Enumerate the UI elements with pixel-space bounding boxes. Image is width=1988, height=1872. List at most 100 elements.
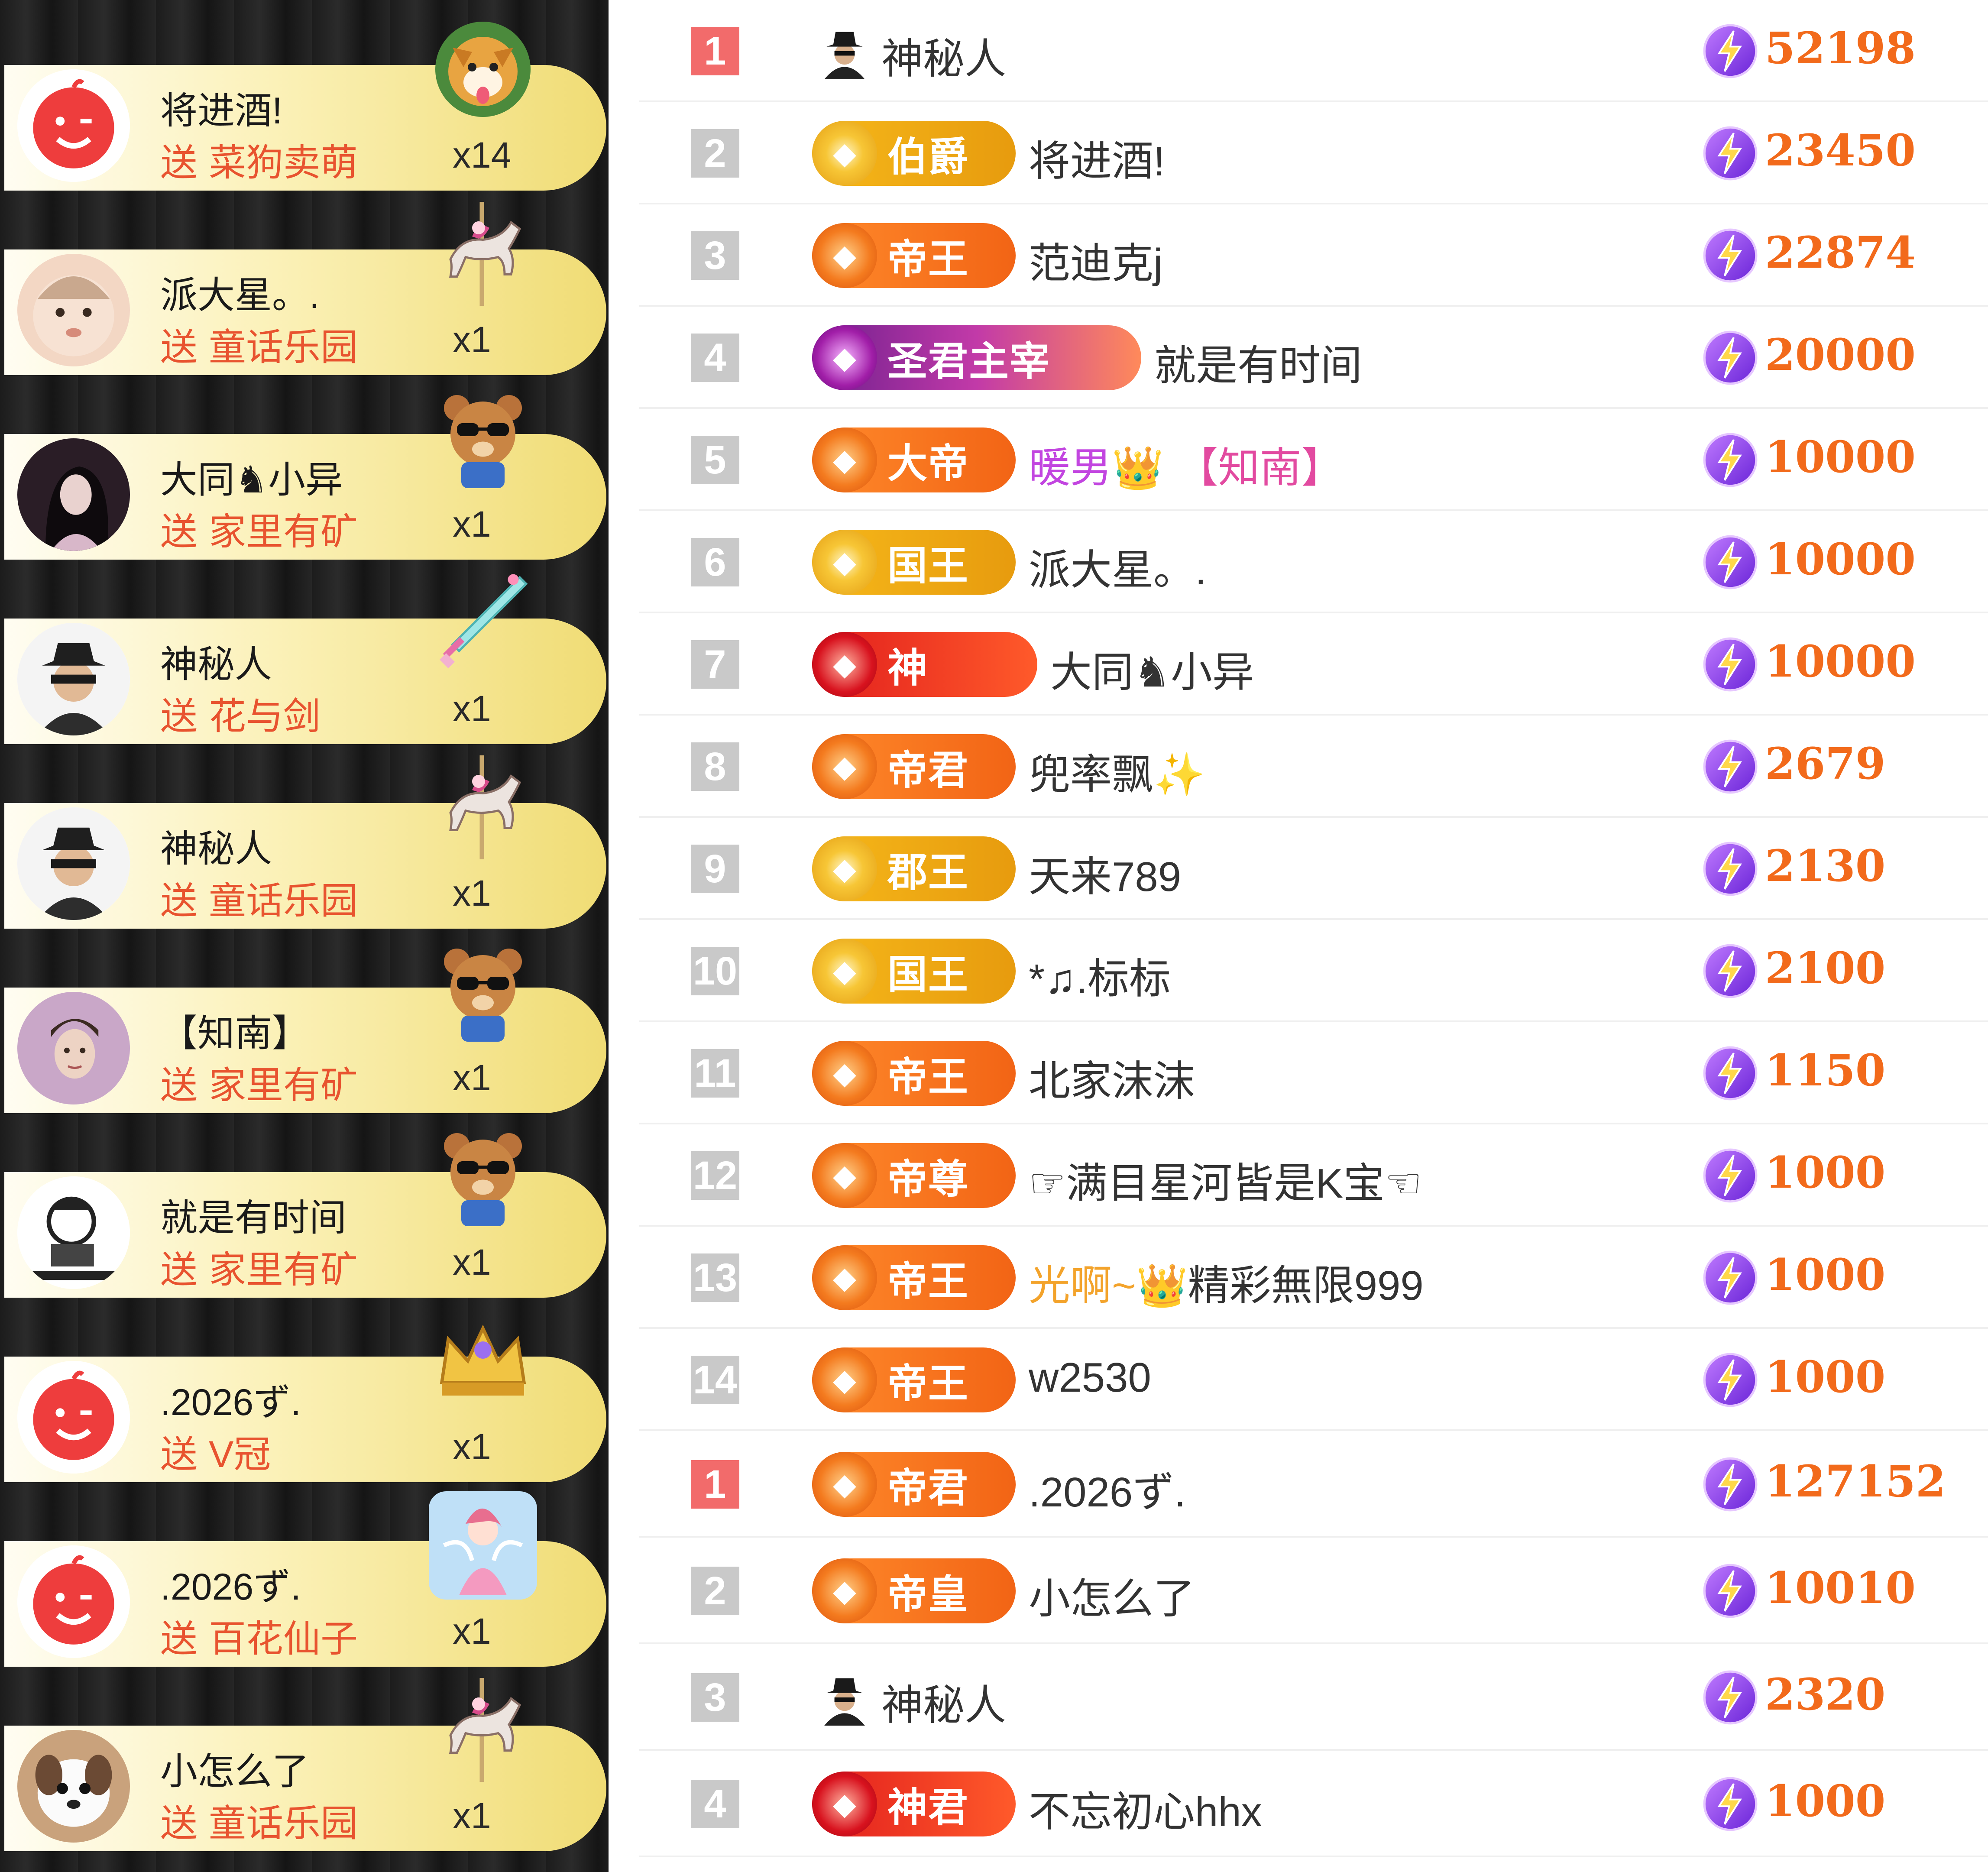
badge-label: 国王 xyxy=(887,951,969,998)
gift-sender-name: .2026ず. xyxy=(160,1382,301,1423)
ranking-name-part: 兜率飘✨ xyxy=(1029,751,1205,798)
ranking-name-part: 神秘人 xyxy=(881,36,1006,82)
ranking-row[interactable]: 3 ◆ 帝王 范迪克j 22874 xyxy=(639,204,1988,307)
gift-sender-name: 大同♞小异 xyxy=(160,459,343,501)
ranking-user-name[interactable]: 北家沫沫 xyxy=(1029,1047,1195,1108)
vip-level-badge: ◆ 伯爵 xyxy=(812,121,1016,186)
mystery-man-avatar-icon[interactable] xyxy=(17,623,130,735)
ranking-row[interactable]: 5 ◆ 大帝 暖男👑 【知南】 10000 xyxy=(639,409,1988,511)
ranking-row[interactable]: 9 ◆ 郡王 天来789 2130 xyxy=(639,818,1988,920)
ranking-row[interactable]: 4 ◆ 神君 不忘初心hhx 1000 xyxy=(639,1751,1988,1857)
gift-sender-name: .2026ず. xyxy=(160,1566,301,1608)
ranking-user-name[interactable]: .2026ず. xyxy=(1029,1458,1186,1519)
baby-photo-avatar-icon[interactable] xyxy=(17,254,130,366)
lightning-coin-icon xyxy=(1702,534,1758,590)
ranking-user-name[interactable]: 光啊~👑精彩無限999 xyxy=(1029,1252,1424,1312)
gift-action: 送花与剑 xyxy=(160,686,321,740)
ranking-row[interactable]: 10 ◆ 国王 *♫.标标 2100 xyxy=(639,920,1988,1022)
cartoon-avatar-icon[interactable] xyxy=(17,1176,130,1289)
ranking-row[interactable]: 2 ◆ 帝皇 小怎么了 10010 xyxy=(639,1538,1988,1644)
lightning-coin-icon xyxy=(1702,1352,1758,1408)
gift-verb: 送 xyxy=(160,1618,198,1660)
gift-sender-name: 神秘人 xyxy=(160,828,272,870)
badge-label: 圣君主宰 xyxy=(887,338,1051,385)
gift-verb: 送 xyxy=(160,1249,198,1291)
gift-count: x1 xyxy=(453,873,491,913)
badge-label: 帝王 xyxy=(887,1258,969,1305)
badge-label: 帝尊 xyxy=(887,1156,969,1202)
gift-action: 送童话乐园 xyxy=(160,870,358,924)
ranking-user-name[interactable]: 小怎么了 xyxy=(1029,1565,1195,1625)
ranking-user-name[interactable]: 派大星。. xyxy=(1029,536,1207,596)
ranking-row[interactable]: 13 ◆ 帝王 光啊~👑精彩無限999 1000 xyxy=(639,1227,1988,1329)
ranking-user-name[interactable]: 大同♞小异 xyxy=(1050,638,1254,699)
ranking-user-name[interactable]: 将进酒! xyxy=(1029,127,1165,188)
ranking-user-name[interactable]: 神秘人 xyxy=(881,1671,1006,1732)
gift-sender-name: 派大星。. xyxy=(160,275,320,316)
badge-label: 帝皇 xyxy=(887,1571,969,1618)
ranking-name-part: 就是有时间 xyxy=(1154,343,1362,389)
ranking-row[interactable]: 3 神秘人 2320 xyxy=(639,1644,1988,1751)
ranking-row[interactable]: 6 ◆ 国王 派大星。. 10000 xyxy=(639,511,1988,613)
gift-sender-name: 神秘人 xyxy=(160,644,272,685)
red-face-avatar-icon[interactable] xyxy=(17,69,130,182)
gift-count: x14 xyxy=(453,135,512,175)
ranking-row[interactable]: 14 ◆ 帝王 w2530 1000 xyxy=(639,1329,1988,1431)
ranking-score: 2320 xyxy=(1765,1669,1886,1720)
ranking-name-part: .2026ず. xyxy=(1029,1469,1186,1516)
ranking-row[interactable]: 12 ◆ 帝尊 ☞满目星河皆是K宝☜ 1000 xyxy=(639,1124,1988,1227)
ranking-score: 10000 xyxy=(1765,534,1916,585)
lightning-coin-icon xyxy=(1702,227,1758,284)
gift-name: V冠 xyxy=(209,1434,271,1475)
ranking-user-name[interactable]: 就是有时间 xyxy=(1154,332,1362,392)
gift-count: x1 xyxy=(453,1057,491,1098)
ranking-score: 2130 xyxy=(1765,840,1886,891)
ranking-user-name[interactable]: w2530 xyxy=(1029,1354,1151,1402)
gift-sender-name: 就是有时间 xyxy=(160,1197,346,1239)
ranking-user-name[interactable]: 范迪克j xyxy=(1029,230,1162,290)
ranking-name-part: 将进酒! xyxy=(1029,138,1165,185)
ranking-score: 2100 xyxy=(1765,942,1886,994)
gift-count: x1 xyxy=(453,1242,491,1283)
rank-number: 7 xyxy=(691,640,739,689)
vip-level-badge: ◆ 神 xyxy=(812,632,1037,697)
mystery-man-rank-icon xyxy=(816,1669,873,1726)
ranking-user-name[interactable]: 天来789 xyxy=(1029,843,1181,903)
bear-sunglasses-icon xyxy=(429,384,537,492)
ranking-user-name[interactable]: ☞满目星河皆是K宝☜ xyxy=(1029,1150,1422,1210)
ranking-name-part: 光啊~👑 xyxy=(1029,1263,1188,1309)
rank-number: 12 xyxy=(691,1151,739,1200)
lightning-coin-icon xyxy=(1702,1669,1758,1726)
lightning-coin-icon xyxy=(1702,1250,1758,1306)
gift-feed-item: 派大星。. 送童话乐园 x1 xyxy=(0,180,609,375)
woman-photo-avatar-icon[interactable] xyxy=(17,438,130,551)
man-photo-avatar-icon[interactable] xyxy=(17,992,130,1104)
ranking-user-name[interactable]: 暖男👑 【知南】 xyxy=(1029,434,1343,494)
ranking-row[interactable]: 7 ◆ 神大同♞小异 10000 xyxy=(639,613,1988,716)
gift-verb: 送 xyxy=(160,1803,198,1844)
red-face-avatar-icon[interactable] xyxy=(17,1545,130,1658)
ranking-row[interactable]: 1 神秘人 52198 xyxy=(639,0,1988,102)
vip-level-badge: ◆ 大帝 xyxy=(812,428,1016,492)
carousel-horse-icon xyxy=(429,200,537,308)
rank-number: 8 xyxy=(691,742,739,791)
ranking-row[interactable]: 2 ◆ 伯爵 将进酒! 23450 xyxy=(639,102,1988,204)
ranking-name-part: 天来789 xyxy=(1029,854,1182,900)
rank-number: 1 xyxy=(691,1460,739,1509)
puppy-photo-avatar-icon[interactable] xyxy=(17,1730,130,1843)
ranking-user-name[interactable]: *♫.标标 xyxy=(1029,945,1171,1005)
badge-medal-icon: ◆ xyxy=(812,836,877,901)
gift-action: 送家里有矿 xyxy=(160,1239,358,1293)
ranking-row[interactable]: 8 ◆ 帝君 兜率飘✨ 2679 xyxy=(639,716,1988,818)
ranking-user-name[interactable]: 神秘人 xyxy=(881,25,1006,85)
red-face-avatar-icon[interactable] xyxy=(17,1361,130,1474)
ranking-row[interactable]: 11 ◆ 帝王 北家沫沫 1150 xyxy=(639,1022,1988,1124)
ranking-name-part: ☞满目星河皆是K宝☜ xyxy=(1029,1160,1422,1207)
badge-label: 神 xyxy=(887,645,929,691)
ranking-user-name[interactable]: 不忘初心hhx xyxy=(1029,1778,1262,1838)
ranking-user-name[interactable]: 兜率飘✨ xyxy=(1029,741,1205,801)
mystery-man-avatar-icon[interactable] xyxy=(17,807,130,920)
ranking-row[interactable]: 1 ◆ 帝君 .2026ず. 127152 xyxy=(639,1431,1988,1538)
ranking-row[interactable]: 4 ◆ 圣君主宰 就是有时间 20000 xyxy=(639,307,1988,409)
gift-action: 送童话乐园 xyxy=(160,317,358,371)
